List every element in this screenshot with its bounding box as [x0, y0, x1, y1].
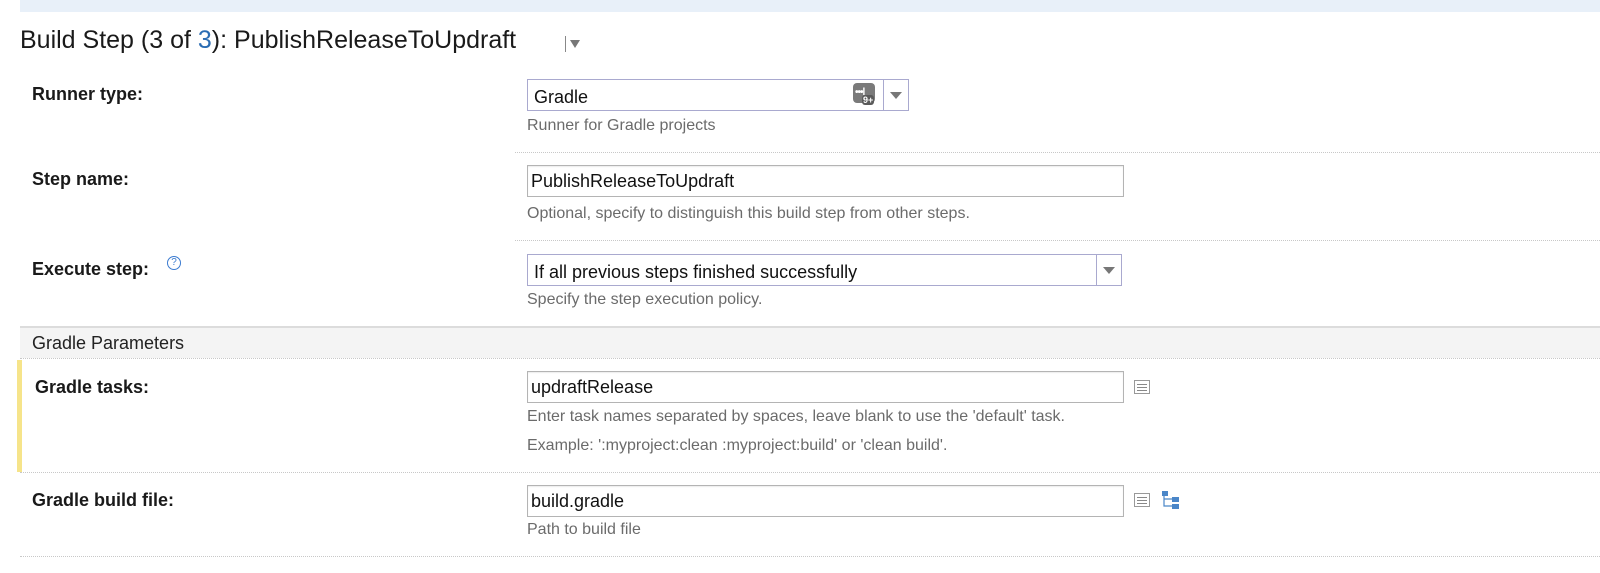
divider [515, 240, 1600, 241]
page-title: Build Step (3 of 3): PublishReleaseToUpd… [20, 26, 516, 55]
gradle-tasks-label: Gradle tasks: [35, 377, 150, 397]
gradle-tasks-hint: Enter task names separated by spaces, le… [527, 408, 1065, 425]
runners-count-badge: 9+ [862, 95, 875, 105]
gradle-tasks-example: Example: ':myproject:clean :myproject:bu… [527, 437, 948, 454]
divider [20, 472, 1600, 473]
divider [20, 556, 1600, 557]
gradle-build-file-input[interactable] [527, 485, 1124, 517]
help-icon[interactable]: ? [167, 256, 181, 270]
divider [20, 358, 1600, 359]
runner-type-label: Runner type: [32, 84, 144, 104]
dropdown-triangle-icon[interactable] [570, 40, 580, 48]
chevron-down-icon[interactable] [883, 80, 908, 110]
gradle-parameters-header: Gradle Parameters [20, 326, 1600, 358]
runners-count-icon[interactable]: •••l 9+ [853, 83, 875, 105]
title-prefix: Build Step (3 of [20, 26, 198, 54]
execute-step-value: If all previous steps finished successfu… [534, 262, 858, 282]
step-name-input[interactable] [527, 165, 1124, 197]
file-tree-icon[interactable] [1160, 489, 1182, 511]
step-total-link[interactable]: 3 [198, 26, 212, 54]
runner-type-select[interactable]: Gradle •••l 9+ [527, 79, 909, 111]
runner-type-hint: Runner for Gradle projects [527, 117, 716, 134]
divider [515, 152, 1600, 153]
execute-step-select[interactable]: If all previous steps finished successfu… [527, 254, 1122, 286]
execute-step-label: Execute step: [32, 259, 150, 279]
title-suffix: ): PublishReleaseToUpdraft [211, 26, 517, 54]
runner-type-value: Gradle [534, 87, 589, 107]
list-editor-icon[interactable] [1134, 493, 1150, 507]
separator [565, 36, 566, 52]
execute-step-hint: Specify the step execution policy. [527, 291, 763, 308]
gradle-build-file-label: Gradle build file: [32, 490, 175, 510]
section-title: Gradle Parameters [32, 333, 185, 353]
step-name-label: Step name: [32, 169, 130, 189]
list-editor-icon[interactable] [1134, 380, 1150, 394]
step-name-hint: Optional, specify to distinguish this bu… [527, 205, 970, 222]
step-actions-menu[interactable] [565, 36, 580, 53]
top-banner [20, 0, 1600, 12]
chevron-down-icon[interactable] [1096, 255, 1121, 285]
gradle-build-file-hint: Path to build file [527, 521, 641, 538]
modified-indicator [17, 360, 22, 472]
gradle-tasks-input[interactable] [527, 371, 1124, 403]
